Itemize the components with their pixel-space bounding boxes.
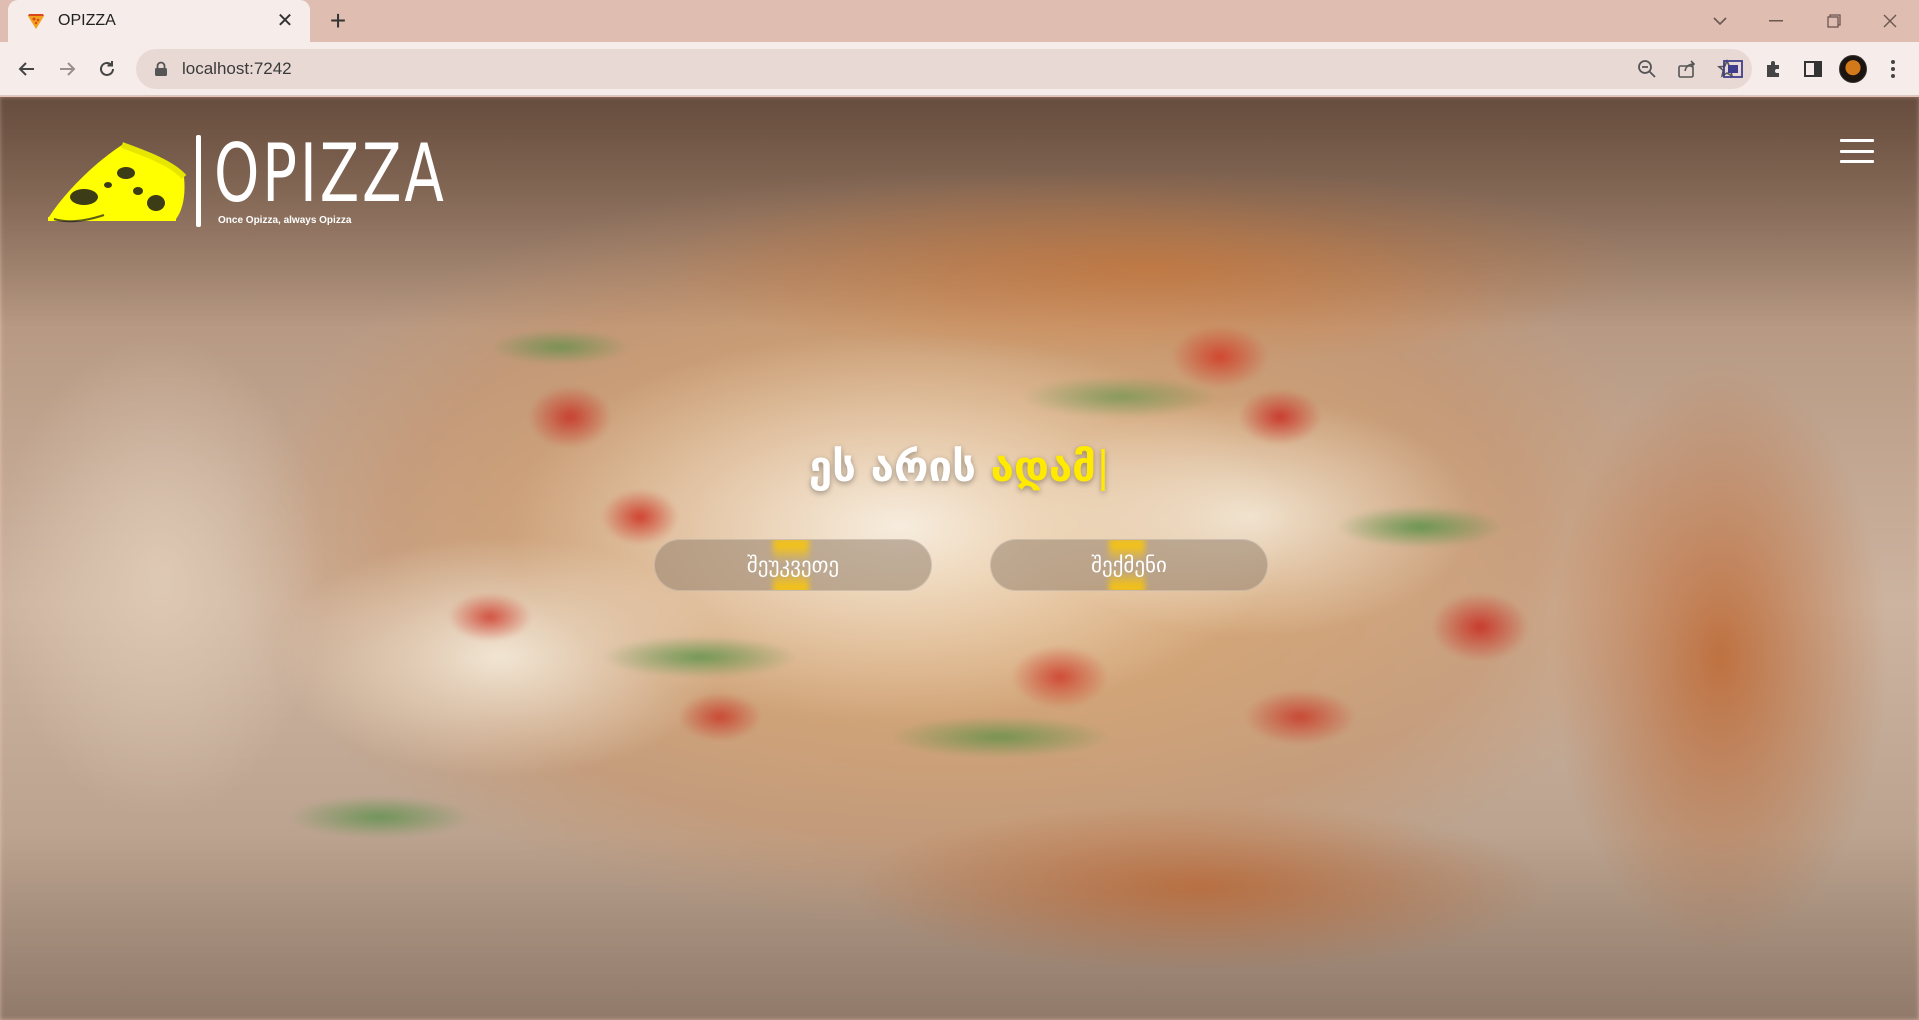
profile-avatar[interactable] (1836, 52, 1870, 86)
address-bar[interactable]: localhost:7242 (136, 49, 1752, 89)
back-button[interactable] (10, 52, 44, 86)
close-window-button[interactable] (1862, 0, 1918, 42)
pizza-slice-logo-icon (48, 142, 187, 223)
order-button[interactable]: შეუკვეთე (654, 539, 932, 591)
share-icon[interactable] (1674, 56, 1700, 82)
create-button[interactable]: შექმენი (990, 539, 1268, 591)
reload-button[interactable] (90, 52, 124, 86)
browser-toolbar: localhost:7242 (0, 42, 1919, 96)
url-text[interactable]: localhost:7242 (182, 59, 292, 79)
tab-close-icon[interactable]: ✕ (274, 11, 296, 31)
new-tab-button[interactable]: + (322, 6, 354, 38)
page-viewport: OPIZZA Once Opizza, always Opizza ეს არი… (0, 97, 1919, 1020)
browser-titlebar: OPIZZA ✕ + (0, 0, 1919, 42)
site-logo[interactable]: OPIZZA Once Opizza, always Opizza (44, 127, 444, 235)
logo-tagline: Once Opizza, always Opizza (218, 215, 352, 226)
typing-cursor: | (1096, 442, 1111, 491)
reload-icon (100, 61, 114, 76)
side-panel-icon[interactable] (1796, 52, 1830, 86)
pizza-favicon-icon (28, 14, 44, 29)
kebab-menu-icon[interactable] (1876, 52, 1910, 86)
screen-capture-icon[interactable] (1716, 52, 1750, 86)
create-button-label: შექმენი (1091, 553, 1167, 577)
lock-icon (150, 58, 172, 80)
zoom-out-icon[interactable] (1634, 56, 1660, 82)
hero-vignette (0, 97, 1919, 1020)
tab-search-icon[interactable] (1692, 0, 1748, 42)
logo-wordmark: OPIZZA (214, 127, 447, 220)
logo-divider (196, 135, 201, 227)
hamburger-menu-icon[interactable] (1840, 139, 1874, 163)
hero-headline: ეს არის ადამ| (0, 442, 1919, 491)
restore-button[interactable] (1806, 0, 1862, 42)
headline-highlight: ადამ (990, 442, 1097, 491)
extensions-icon[interactable] (1756, 52, 1790, 86)
minimize-button[interactable] (1748, 0, 1804, 42)
forward-button[interactable] (50, 52, 84, 86)
browser-tab[interactable]: OPIZZA ✕ (8, 0, 310, 42)
tab-title: OPIZZA (58, 12, 116, 29)
order-button-label: შეუკვეთე (746, 553, 840, 577)
arrow-right-icon (60, 62, 76, 76)
arrow-left-icon (18, 62, 34, 76)
headline-main: ეს არის (808, 442, 991, 491)
